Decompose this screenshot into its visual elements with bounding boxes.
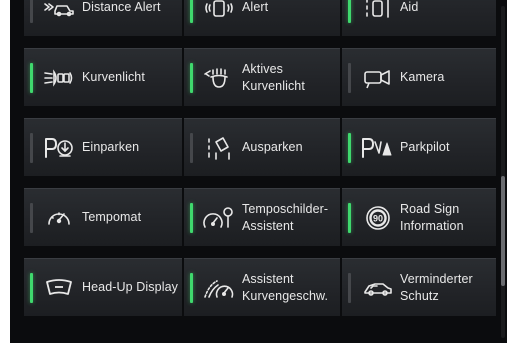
tile-label: Aktives Kurvenlicht bbox=[242, 61, 305, 93]
tile-label: Kurvenlicht bbox=[82, 70, 145, 84]
tile-label: Kamera bbox=[400, 70, 445, 84]
scrollbar-thumb[interactable] bbox=[501, 176, 505, 286]
tile-cross-traffic-alert[interactable]: Alert bbox=[184, 0, 340, 36]
status-indicator bbox=[30, 203, 33, 233]
cross-traffic-alert-icon bbox=[202, 0, 236, 23]
status-indicator bbox=[348, 203, 351, 233]
curve-light-icon bbox=[42, 63, 76, 93]
status-indicator bbox=[348, 0, 351, 23]
cruise-control-icon bbox=[42, 203, 76, 233]
status-indicator bbox=[348, 273, 351, 303]
tile-park-out[interactable]: Ausparken bbox=[184, 118, 340, 176]
scrollbar[interactable] bbox=[501, 6, 505, 338]
tile-curve-light[interactable]: Kurvenlicht bbox=[24, 48, 182, 106]
tile-park-in[interactable]: Einparken bbox=[24, 118, 182, 176]
tile-head-up-display[interactable]: Head-Up Display bbox=[24, 258, 182, 316]
head-up-display-icon bbox=[42, 273, 76, 303]
park-in-icon bbox=[42, 133, 76, 163]
status-indicator bbox=[30, 0, 33, 23]
tile-curve-speed-assistant[interactable]: Assistent Kurvengeschw. bbox=[184, 258, 340, 316]
tile-label: Aid bbox=[400, 0, 419, 14]
tile-label: Distance Alert bbox=[82, 0, 161, 14]
tile-label: Ausparken bbox=[242, 140, 303, 154]
tile-label: Tempomat bbox=[82, 210, 142, 224]
status-indicator bbox=[348, 63, 351, 93]
tile-speed-sign-assistant[interactable]: Temposchilder- Assistent bbox=[184, 188, 340, 246]
park-out-icon bbox=[202, 133, 236, 163]
curve-speed-assistant-icon bbox=[202, 273, 236, 303]
status-indicator bbox=[30, 273, 33, 303]
status-indicator bbox=[30, 63, 33, 93]
tile-road-sign-information[interactable]: 90 Road Sign Information bbox=[342, 188, 496, 246]
tile-active-curve-light[interactable]: Aktives Kurvenlicht bbox=[184, 48, 340, 106]
status-indicator bbox=[190, 0, 193, 23]
camera-icon bbox=[360, 63, 394, 93]
lane-keeping-aid-icon bbox=[360, 0, 394, 23]
tile-cruise-control[interactable]: Tempomat bbox=[24, 188, 182, 246]
status-indicator bbox=[348, 133, 351, 163]
tile-park-pilot[interactable]: Parkpilot bbox=[342, 118, 496, 176]
tile-label: Temposchilder- Assistent bbox=[242, 201, 329, 233]
tile-label: Head-Up Display bbox=[82, 280, 178, 294]
active-curve-light-icon bbox=[202, 63, 236, 93]
tile-label: Alert bbox=[242, 0, 269, 14]
tile-label: Verminderter Schutz bbox=[400, 271, 473, 303]
status-indicator bbox=[190, 273, 193, 303]
settings-screen: Distance Alert Alert Aid Kurvenlicht Akt… bbox=[10, 0, 507, 343]
reduced-protection-icon bbox=[360, 273, 394, 303]
road-sign-information-icon: 90 bbox=[360, 203, 394, 233]
status-indicator bbox=[30, 133, 33, 163]
status-indicator bbox=[190, 63, 193, 93]
status-indicator bbox=[190, 133, 193, 163]
distance-alert-icon bbox=[42, 0, 76, 23]
tile-lane-keeping-aid[interactable]: Aid bbox=[342, 0, 496, 36]
tile-label: Einparken bbox=[82, 140, 140, 154]
speed-limit-value: 90 bbox=[373, 214, 383, 224]
tile-label: Road Sign Information bbox=[400, 201, 464, 233]
tile-label: Parkpilot bbox=[400, 140, 450, 154]
tile-reduced-protection[interactable]: Verminderter Schutz bbox=[342, 258, 496, 316]
speed-sign-assistant-icon bbox=[202, 203, 236, 233]
function-grid: Distance Alert Alert Aid Kurvenlicht Akt… bbox=[24, 0, 496, 316]
tile-distance-alert[interactable]: Distance Alert bbox=[24, 0, 182, 36]
status-indicator bbox=[190, 203, 193, 233]
tile-label: Assistent Kurvengeschw. bbox=[242, 271, 329, 303]
tile-camera[interactable]: Kamera bbox=[342, 48, 496, 106]
park-pilot-icon bbox=[360, 133, 394, 163]
